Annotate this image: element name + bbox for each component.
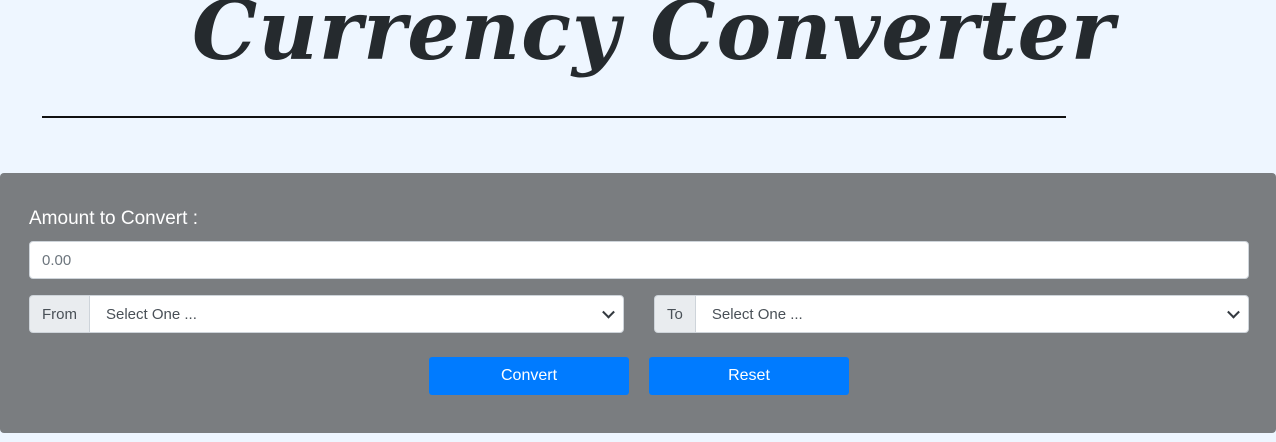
- to-label: To: [654, 295, 695, 333]
- to-currency-select[interactable]: Select One ...: [694, 295, 1249, 333]
- to-selected-value: Select One ...: [711, 305, 803, 323]
- to-currency-group: To Select One ...: [654, 295, 1249, 333]
- title-divider: [42, 116, 1066, 118]
- amount-label: Amount to Convert :: [29, 208, 198, 229]
- from-selected-value: Select One ...: [106, 305, 197, 323]
- header: Currency Converter: [0, 0, 1276, 170]
- reset-button[interactable]: Reset: [649, 357, 849, 395]
- chevron-down-icon: [602, 305, 615, 319]
- amount-input[interactable]: [29, 241, 1249, 279]
- from-currency-select[interactable]: Select One ...: [89, 295, 624, 333]
- from-currency-group: From Select One ...: [29, 295, 624, 333]
- chevron-down-icon: [1227, 305, 1240, 319]
- converter-panel: Amount to Convert : From Select One ... …: [0, 173, 1276, 433]
- page-title: Currency Converter: [192, 0, 1116, 79]
- convert-button[interactable]: Convert: [429, 357, 629, 395]
- from-label: From: [29, 295, 89, 333]
